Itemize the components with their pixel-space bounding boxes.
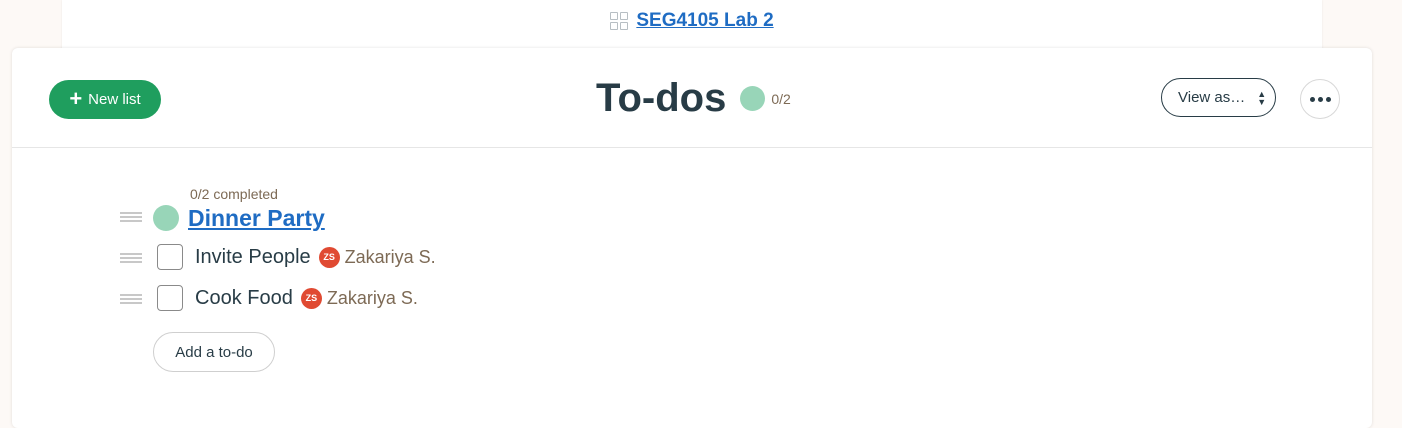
drag-handle-icon[interactable] bbox=[120, 212, 142, 222]
page-title: To-dos bbox=[596, 76, 727, 120]
progress-indicator bbox=[740, 86, 766, 111]
list-progress-indicator bbox=[153, 205, 179, 231]
view-as-select[interactable]: View as… ▲ ▼ bbox=[1161, 78, 1276, 117]
project-link[interactable]: SEG4105 Lab 2 bbox=[62, 10, 1322, 32]
view-as-label: View as… bbox=[1178, 89, 1246, 106]
list-completed-summary: 0/2 completed bbox=[190, 186, 278, 202]
avatar: ZS bbox=[300, 287, 322, 309]
sort-icon: ▲ ▼ bbox=[1257, 88, 1267, 107]
title-group: To-dos 0/2 bbox=[596, 76, 791, 121]
project-name[interactable]: SEG4105 Lab 2 bbox=[636, 10, 773, 32]
assignee-name: Zakariya S. bbox=[326, 287, 418, 308]
drag-handle-icon[interactable] bbox=[120, 294, 142, 304]
add-todo-button[interactable]: Add a to-do bbox=[153, 332, 275, 372]
plus-icon: + bbox=[69, 85, 83, 111]
assignee-name: Zakariya S. bbox=[344, 246, 436, 267]
progress-count: 0/2 bbox=[771, 90, 791, 107]
todo-text[interactable]: Cook Food bbox=[195, 287, 293, 310]
avatar: ZS bbox=[318, 246, 340, 268]
list-title[interactable]: Dinner Party bbox=[188, 205, 325, 232]
grid-icon bbox=[610, 12, 629, 30]
ellipsis-icon bbox=[1309, 96, 1331, 102]
todo-item: Cook Food ZS Zakariya S. bbox=[157, 285, 418, 311]
new-list-button[interactable]: + New list bbox=[49, 80, 161, 119]
new-list-label: New list bbox=[88, 91, 141, 108]
todo-text[interactable]: Invite People bbox=[195, 246, 311, 269]
todo-item: Invite People ZS Zakariya S. bbox=[157, 244, 436, 270]
todo-checkbox[interactable] bbox=[157, 244, 183, 270]
more-options-button[interactable] bbox=[1300, 79, 1340, 119]
todos-card: + New list To-dos 0/2 View as… ▲ ▼ 0/2 co… bbox=[12, 48, 1372, 428]
drag-handle-icon[interactable] bbox=[120, 253, 142, 263]
todos-header: + New list To-dos 0/2 View as… ▲ ▼ bbox=[12, 48, 1372, 148]
todo-checkbox[interactable] bbox=[157, 285, 183, 311]
